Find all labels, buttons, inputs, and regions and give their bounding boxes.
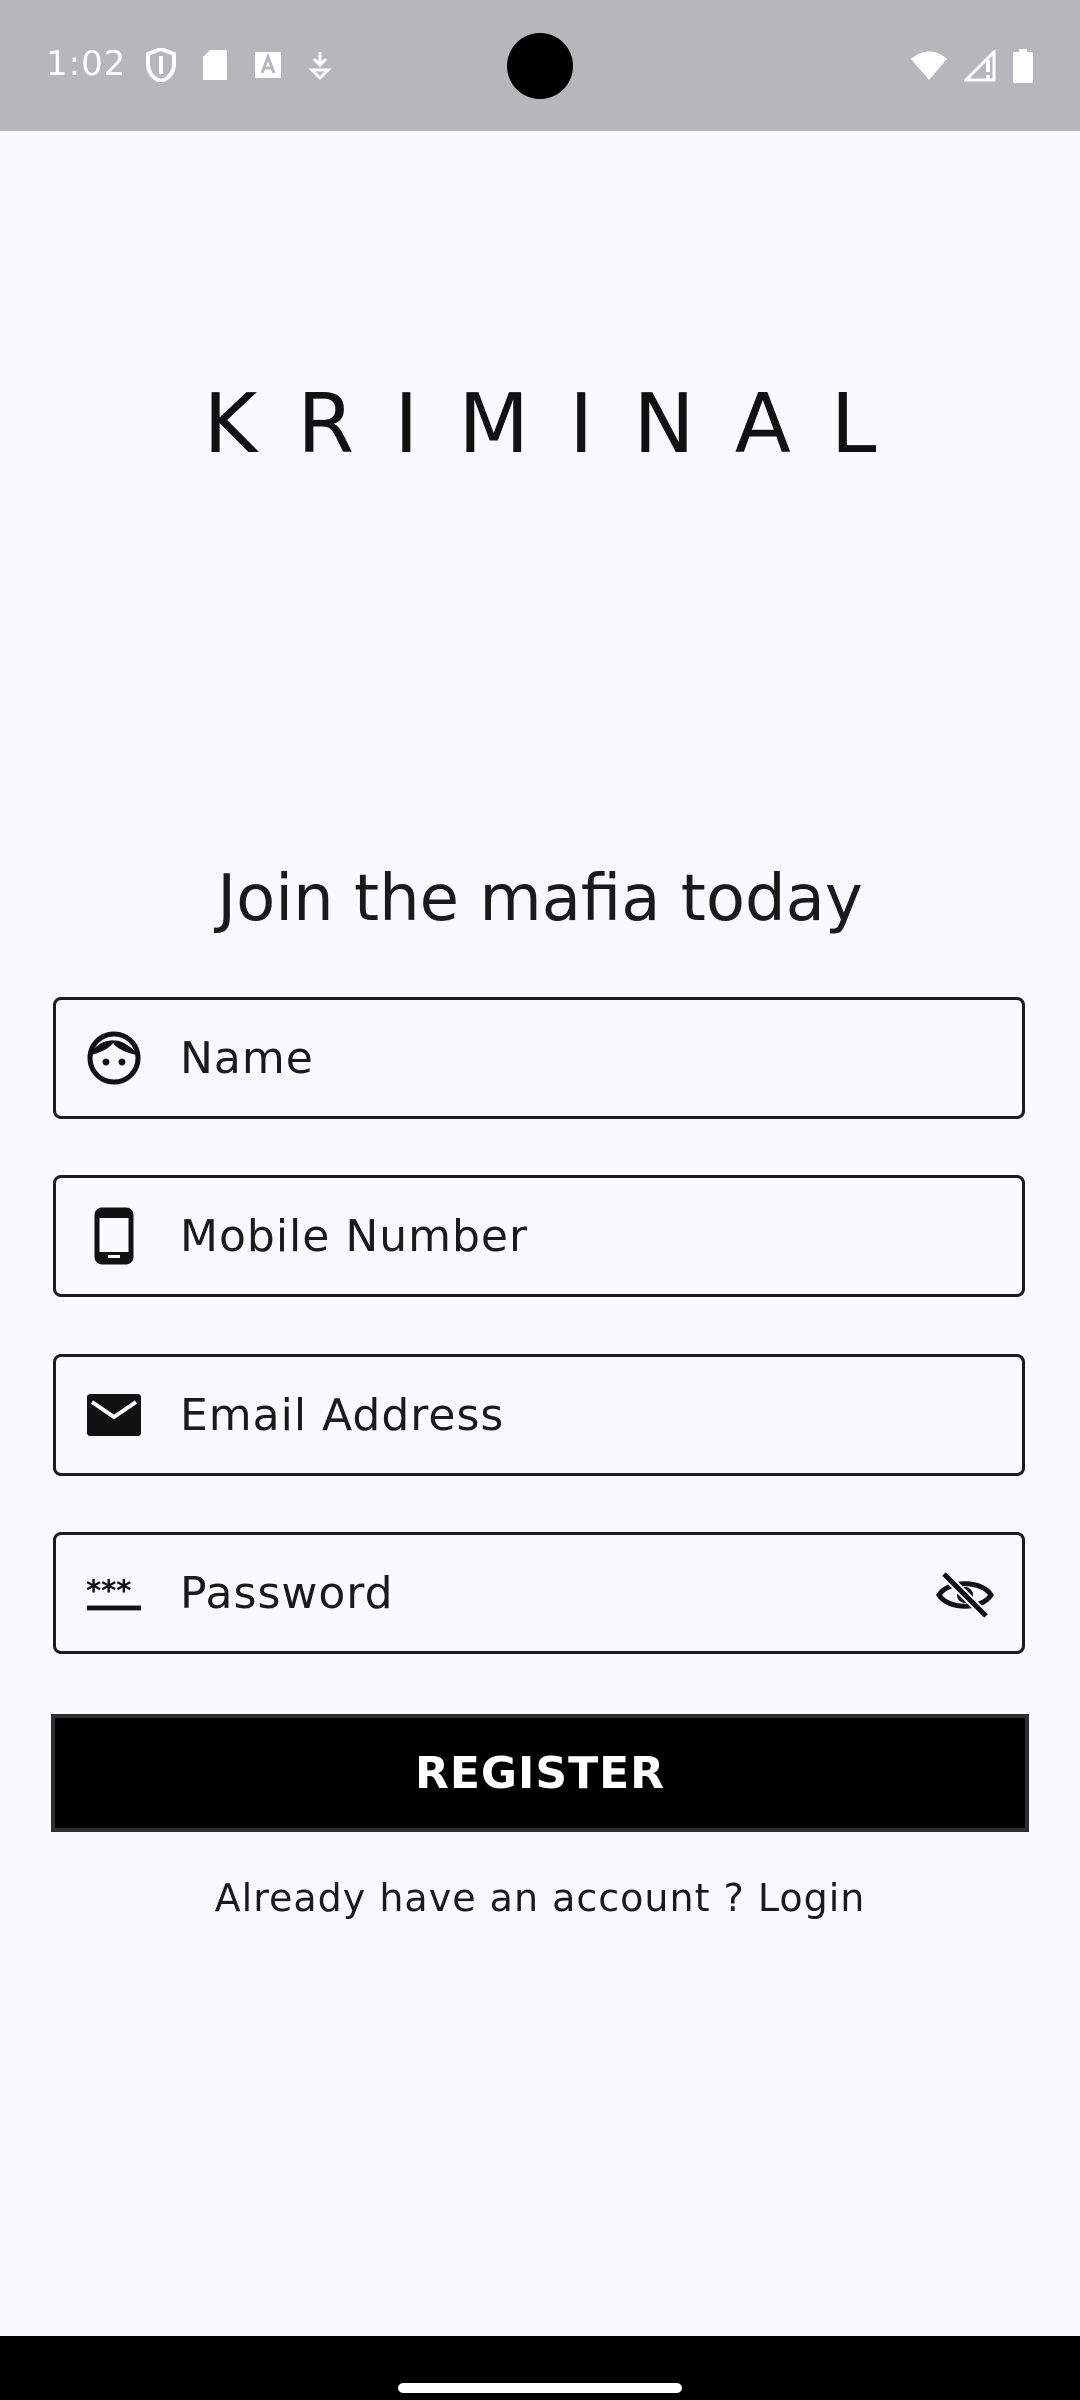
battery-icon — [1012, 48, 1034, 88]
signal-icon — [962, 48, 996, 86]
app-title: KRIMINAL — [203, 377, 917, 472]
name-field[interactable]: Name — [53, 997, 1025, 1119]
mobile-placeholder: Mobile Number — [180, 1211, 529, 1262]
visibility-off-icon[interactable] — [936, 1567, 994, 1623]
login-link[interactable]: Already have an account ? Login — [0, 1876, 1080, 1920]
password-placeholder: Password — [180, 1568, 394, 1619]
password-icon: *** — [86, 1565, 142, 1621]
face-icon — [86, 1030, 142, 1086]
home-handle[interactable] — [398, 2383, 682, 2393]
status-icons-right — [910, 48, 1034, 88]
svg-text:***: *** — [86, 1574, 131, 1608]
mobile-field[interactable]: Mobile Number — [53, 1175, 1025, 1297]
wifi-icon — [910, 51, 948, 85]
shield-icon — [146, 48, 176, 82]
name-placeholder: Name — [180, 1033, 314, 1084]
phone-icon — [86, 1207, 142, 1265]
camera-cutout — [507, 33, 573, 99]
password-field[interactable]: *** Password — [53, 1532, 1025, 1654]
download-icon — [308, 50, 332, 80]
register-button[interactable]: REGISTER — [51, 1714, 1029, 1832]
status-icons-left — [146, 48, 332, 82]
status-bar: 1:02 — [0, 0, 1080, 131]
font-a-icon — [254, 51, 282, 79]
mail-icon — [86, 1387, 142, 1443]
email-field[interactable]: Email Address — [53, 1354, 1025, 1476]
headline: Join the mafia today — [217, 862, 863, 936]
sd-card-icon — [202, 49, 228, 81]
email-placeholder: Email Address — [180, 1390, 505, 1441]
status-time: 1:02 — [46, 44, 127, 84]
